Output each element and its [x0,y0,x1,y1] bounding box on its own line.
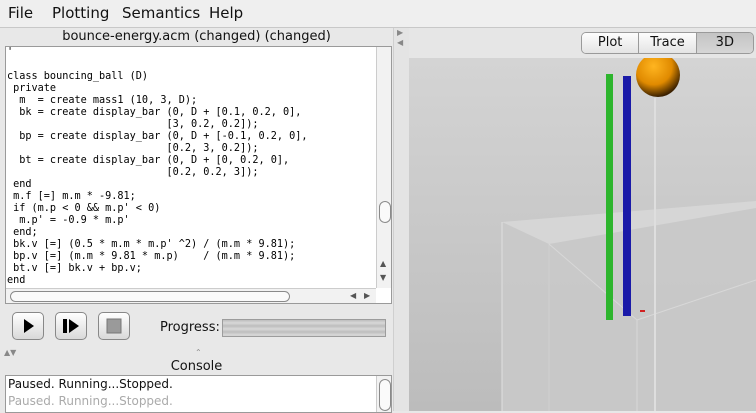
editor-title: bounce-energy.acm (changed) (changed) [62,29,331,44]
view-tabs: Plot Trace 3D [581,32,754,54]
play-button[interactable] [12,312,44,340]
code-line: if (m.p < 0 && m.p' < 0) [7,203,161,214]
code-editor[interactable]: ' class bouncing_ball (D) private m = cr… [6,47,377,283]
menu-plotting[interactable]: Plotting [52,4,109,22]
code-line: private [7,83,57,94]
code-line: bk.v [=] (0.5 * m.m * m.p' ^2) / (m.m * … [7,239,296,250]
tab-trace[interactable]: Trace [639,33,697,53]
code-line: [3, 0.2, 0.2]); [7,119,259,130]
menu-file[interactable]: File [8,4,33,22]
code-line: m.f [=] m.m * -9.81; [7,191,136,202]
horizontal-scroll-thumb[interactable] [10,291,290,302]
editor-horizontal-scrollbar[interactable]: ◀ ▶ [6,288,376,303]
splitter-arrows-icon[interactable]: ▶ ◀ [397,28,403,48]
progress-bar [222,319,386,337]
fast-forward-button[interactable] [55,312,87,340]
kinetic-energy-bar [606,74,613,320]
console-output: Paused. Running...Stopped. Paused. Runni… [5,375,392,413]
code-line: end; [7,227,38,238]
progress-label: Progress: [160,320,220,335]
fast-forward-icon [63,319,79,333]
potential-energy-bar [623,76,631,316]
code-line: class bouncing_ball (D) [7,71,149,82]
scroll-up-arrow-icon[interactable]: ▲ [380,259,386,268]
menu-semantics[interactable]: Semantics [122,4,200,22]
code-line: bk = create display_bar (0, D + [0.1, 0.… [7,107,302,118]
console-line: Paused. Running...Stopped. [8,377,173,391]
code-line: [0.2, 0.2, 3]); [7,167,259,178]
code-line: bt = create display_bar (0, D + [0, 0.2,… [7,155,290,166]
code-line: [0.2, 3, 0.2]); [7,143,259,154]
3d-view[interactable] [409,58,756,411]
menu-bar: File Plotting Semantics Help [0,0,756,28]
play-icon [24,319,34,333]
console-line: Paused. Running...Stopped. [8,394,173,408]
vertical-scroll-thumb[interactable] [379,201,391,223]
menu-help[interactable]: Help [209,4,243,22]
stop-icon [106,318,122,334]
editor-vertical-scrollbar[interactable]: ▲ ▼ [376,47,391,288]
scroll-left-arrow-icon[interactable]: ◀ [350,291,356,300]
code-line: end [7,179,32,190]
code-line: bp.v [=] (m.m * 9.81 * m.p) / (m.m * 9.8… [7,251,296,262]
view-pane: Plot Trace 3D [409,28,756,411]
total-energy-marker [640,310,645,312]
stop-button[interactable] [98,312,130,340]
console-scroll-thumb[interactable] [379,379,391,411]
left-pane: bounce-energy.acm (changed) (changed) ' … [0,28,393,413]
run-toolbar: Progress: [0,308,393,344]
scroll-right-arrow-icon[interactable]: ▶ [364,291,370,300]
console-title: Console [170,359,223,374]
code-editor-frame: ' class bouncing_ball (D) private m = cr… [5,46,392,304]
console-scrollbar[interactable] [376,376,391,412]
code-line: m.p' = -0.9 * m.p' [7,215,130,226]
tab-plot[interactable]: Plot [582,33,640,53]
code-line: m = create mass1 (10, 3, D); [7,95,198,106]
code-line: ' [7,47,14,58]
pane-splitter[interactable]: ▶ ◀ [393,28,410,411]
split-arrows-icon[interactable]: ▲▼ [4,348,16,357]
code-line: bt.v [=] bk.v + bp.v; [7,263,142,274]
scroll-down-arrow-icon[interactable]: ▼ [380,273,386,282]
code-line: bp = create display_bar (0, D + [-0.1, 0… [7,131,308,142]
split-handle-icon[interactable]: ⌃ [195,348,202,357]
code-line: end [7,275,26,283]
tab-3d[interactable]: 3D [696,33,753,53]
